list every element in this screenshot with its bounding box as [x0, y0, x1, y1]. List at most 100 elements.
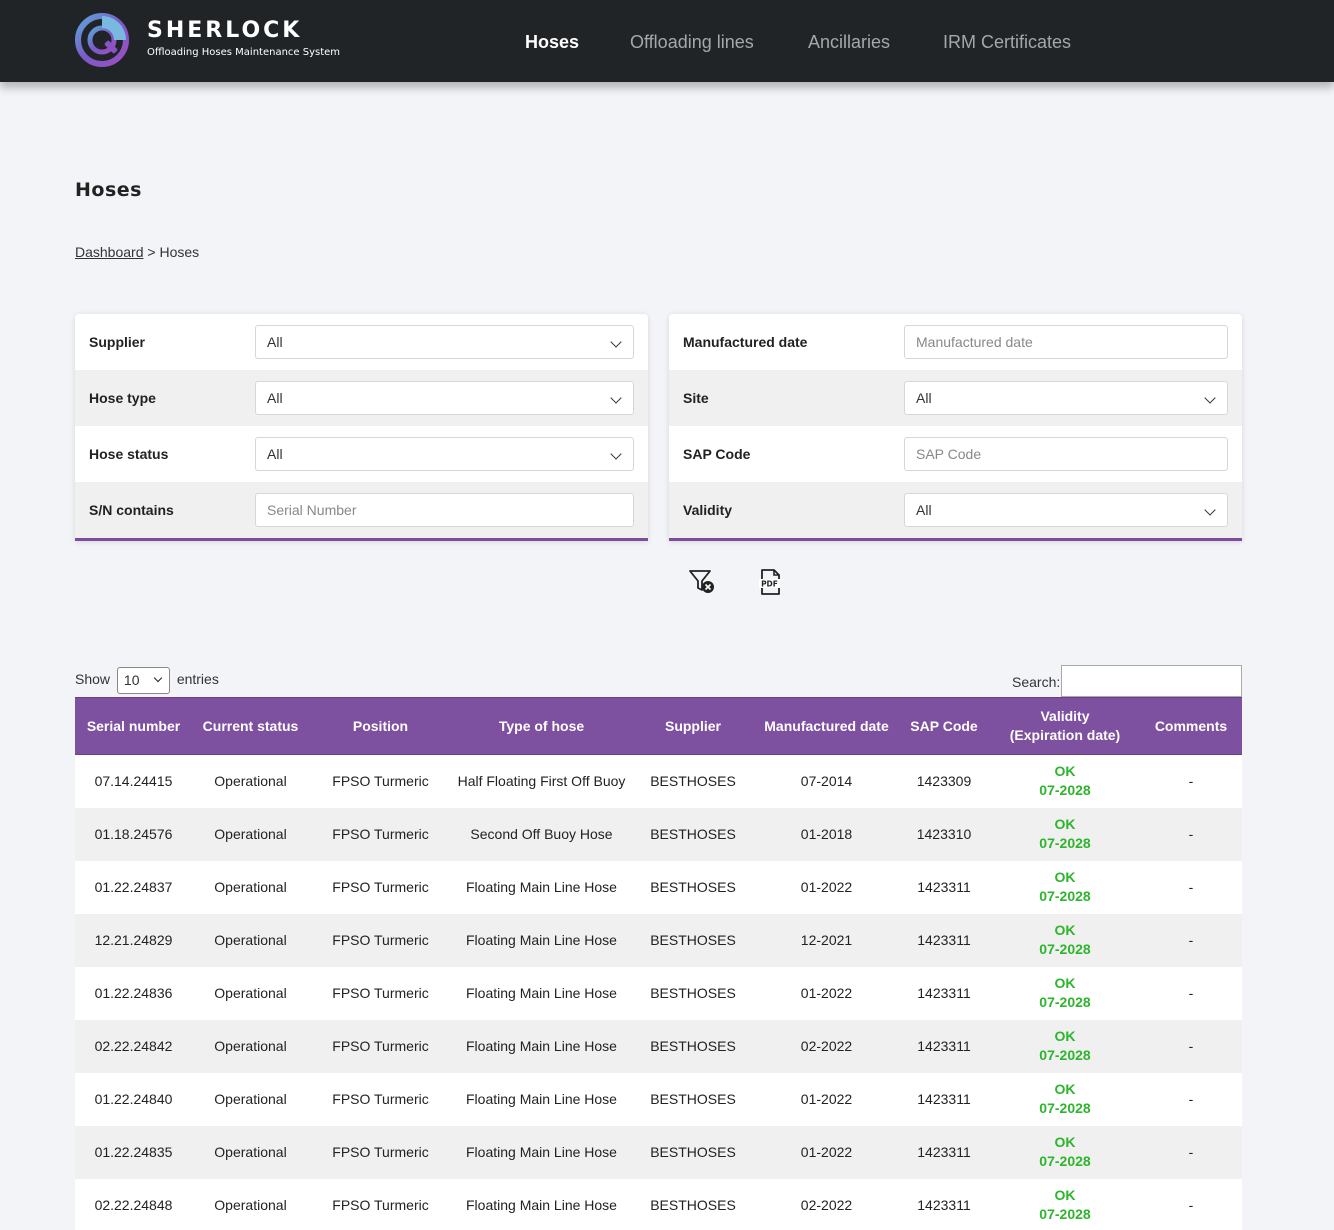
cell-type-of-hose: Floating Main Line Hose — [452, 1072, 631, 1126]
cell-manufactured-date: 01-2022 — [755, 860, 898, 914]
chevron-down-icon — [1204, 392, 1216, 404]
cell-sap-code: 1423311 — [898, 1019, 990, 1073]
validity-select[interactable]: All — [904, 493, 1228, 527]
cell-position: FPSO Turmeric — [309, 913, 452, 967]
cell-serial-number: 02.22.24848 — [75, 1178, 192, 1230]
th-position[interactable]: Position — [309, 697, 452, 755]
table-row[interactable]: 01.22.24840 Operational FPSO Turmeric Float… — [75, 1072, 1242, 1126]
breadcrumb-current: Hoses — [159, 244, 200, 260]
cell-type-of-hose: Floating Main Line Hose — [452, 913, 631, 967]
validity-expiration-date: 07-2028 — [1039, 1153, 1091, 1169]
cell-sap-code: 1423311 — [898, 913, 990, 967]
hose-type-select[interactable]: All — [255, 381, 634, 415]
nav-irm-certificates[interactable]: IRM Certificates — [943, 32, 1071, 53]
validity-status: OK — [1054, 869, 1076, 885]
nav-hoses[interactable]: Hoses — [525, 32, 579, 53]
cell-position: FPSO Turmeric — [309, 966, 452, 1020]
cell-supplier: BESTHOSES — [631, 966, 755, 1020]
cell-current-status: Operational — [192, 1178, 309, 1230]
pdf-export-icon[interactable]: PDF — [756, 568, 784, 596]
table-row[interactable]: 02.22.24842 Operational FPSO Turmeric Float… — [75, 1019, 1242, 1073]
validity-status: OK — [1054, 1081, 1076, 1097]
cell-validity: OK 07-2028 — [990, 754, 1140, 808]
cell-type-of-hose: Floating Main Line Hose — [452, 966, 631, 1020]
validity-status: OK — [1054, 975, 1076, 991]
table-body: 07.14.24415 Operational FPSO Turmeric Half … — [75, 754, 1242, 1230]
table-row[interactable]: 01.22.24835 Operational FPSO Turmeric Float… — [75, 1125, 1242, 1179]
validity-expiration-date: 07-2028 — [1039, 1100, 1091, 1116]
validity-status: OK — [1054, 922, 1076, 938]
site-select[interactable]: All — [904, 381, 1228, 415]
cell-comments: - — [1140, 966, 1242, 1020]
nav-offloading-lines[interactable]: Offloading lines — [630, 32, 754, 53]
cell-sap-code: 1423311 — [898, 1178, 990, 1230]
validity-label: Validity — [683, 502, 733, 518]
cell-serial-number: 02.22.24842 — [75, 1019, 192, 1073]
table-search-input[interactable] — [1061, 665, 1242, 697]
cell-sap-code: 1423311 — [898, 966, 990, 1020]
sap-code-label: SAP Code — [683, 446, 751, 462]
cell-comments: - — [1140, 1019, 1242, 1073]
search-label: Search: — [1012, 674, 1061, 690]
filter-row-supplier: Supplier All — [75, 314, 648, 370]
th-serial-number[interactable]: Serial number — [75, 697, 192, 755]
filter-clear-icon[interactable] — [688, 568, 716, 596]
supplier-select[interactable]: All — [255, 325, 634, 359]
cell-manufactured-date: 01-2022 — [755, 1125, 898, 1179]
cell-position: FPSO Turmeric — [309, 1125, 452, 1179]
sap-code-input[interactable]: SAP Code — [904, 437, 1228, 471]
cell-sap-code: 1423309 — [898, 754, 990, 808]
validity-expiration-date: 07-2028 — [1039, 835, 1091, 851]
validity-expiration-date: 07-2028 — [1039, 1047, 1091, 1063]
show-label: Show — [75, 671, 111, 688]
manufactured-date-input[interactable]: Manufactured date — [904, 325, 1228, 359]
cell-validity: OK 07-2028 — [990, 1125, 1140, 1179]
table-row[interactable]: 01.22.24836 Operational FPSO Turmeric Float… — [75, 966, 1242, 1020]
cell-sap-code: 1423311 — [898, 1125, 990, 1179]
th-supplier[interactable]: Supplier — [631, 697, 755, 755]
hoses-table: Serial number Current status Position Type … — [75, 697, 1242, 1230]
filter-row-site: Site All — [669, 370, 1242, 426]
table-row[interactable]: 07.14.24415 Operational FPSO Turmeric Half … — [75, 754, 1242, 808]
th-sap-code[interactable]: SAP Code — [898, 697, 990, 755]
cell-type-of-hose: Half Floating First Off Buoy — [452, 754, 631, 808]
cell-position: FPSO Turmeric — [309, 807, 452, 861]
filter-row-validity: Validity All — [669, 482, 1242, 538]
filter-row-sn: S/N contains Serial Number — [75, 482, 648, 538]
cell-comments: - — [1140, 1072, 1242, 1126]
filter-row-hose-type: Hose type All — [75, 370, 648, 426]
cell-serial-number: 12.21.24829 — [75, 913, 192, 967]
cell-comments: - — [1140, 807, 1242, 861]
hose-status-label: Hose status — [89, 446, 169, 462]
cell-current-status: Operational — [192, 754, 309, 808]
th-type-of-hose[interactable]: Type of hose — [452, 697, 631, 755]
cell-comments: - — [1140, 1178, 1242, 1230]
hose-status-select[interactable]: All — [255, 437, 634, 471]
cell-validity: OK 07-2028 — [990, 1072, 1140, 1126]
th-comments[interactable]: Comments — [1140, 697, 1242, 755]
serial-number-input[interactable]: Serial Number — [255, 493, 634, 527]
cell-current-status: Operational — [192, 1019, 309, 1073]
cell-type-of-hose: Floating Main Line Hose — [452, 1125, 631, 1179]
validity-expiration-date: 07-2028 — [1039, 888, 1091, 904]
validity-status: OK — [1054, 1028, 1076, 1044]
cell-manufactured-date: 12-2021 — [755, 913, 898, 967]
cell-serial-number: 01.22.24836 — [75, 966, 192, 1020]
table-row[interactable]: 12.21.24829 Operational FPSO Turmeric Float… — [75, 913, 1242, 967]
cell-supplier: BESTHOSES — [631, 1019, 755, 1073]
table-row[interactable]: 01.18.24576 Operational FPSO Turmeric Secon… — [75, 807, 1242, 861]
hose-status-select-value: All — [267, 446, 283, 462]
table-row[interactable]: 01.22.24837 Operational FPSO Turmeric Float… — [75, 860, 1242, 914]
validity-status: OK — [1054, 763, 1076, 780]
cell-supplier: BESTHOSES — [631, 1072, 755, 1126]
sherlock-logo-icon[interactable] — [74, 12, 130, 68]
cell-comments: - — [1140, 913, 1242, 967]
breadcrumb-dashboard-link[interactable]: Dashboard — [75, 244, 144, 260]
th-validity[interactable]: Validity (Expiration date) — [990, 697, 1140, 755]
entries-select[interactable]: 10 — [116, 667, 170, 694]
nav-ancillaries[interactable]: Ancillaries — [808, 32, 890, 53]
cell-manufactured-date: 01-2022 — [755, 966, 898, 1020]
th-manufactured-date[interactable]: Manufactured date — [755, 697, 898, 755]
table-row[interactable]: 02.22.24848 Operational FPSO Turmeric Float… — [75, 1178, 1242, 1230]
th-current-status[interactable]: Current status — [192, 697, 309, 755]
